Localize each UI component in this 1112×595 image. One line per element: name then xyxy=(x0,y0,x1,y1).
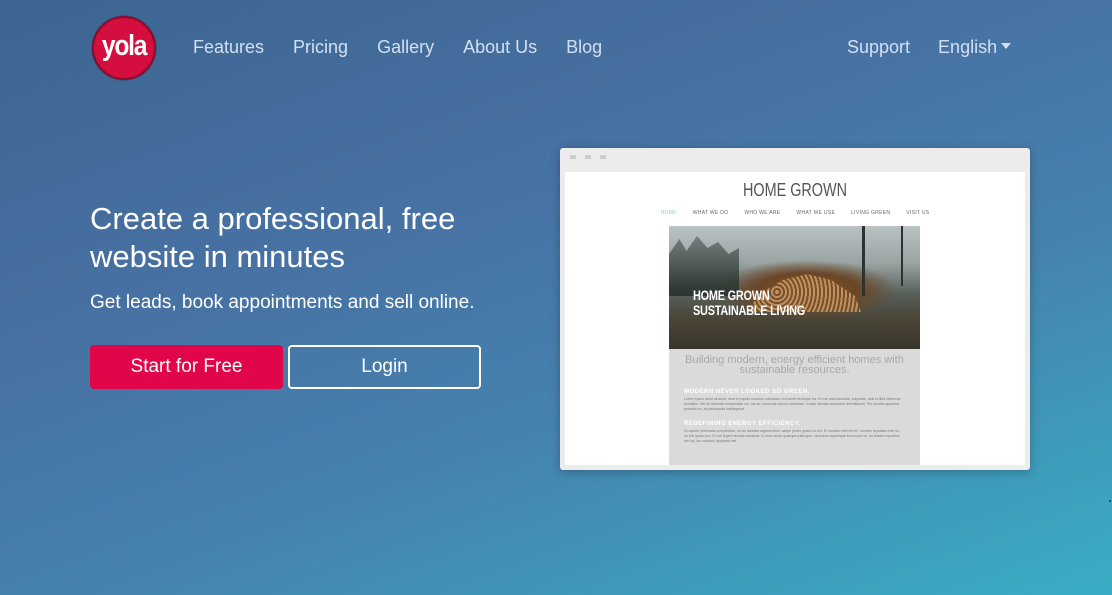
yola-logo[interactable]: yola xyxy=(92,16,156,80)
nav-gallery[interactable]: Gallery xyxy=(377,37,434,58)
tree-trunk xyxy=(862,226,865,296)
preview-paragraph: Lorem ipsum dolor sit amet, mea ei popul… xyxy=(684,397,901,411)
preview-content: Building modern, energy efficient homes … xyxy=(669,349,920,465)
preview-heading: MODERN NEVER LOOKED SO GREEN. xyxy=(684,389,810,395)
caption-line: HOME GROWN xyxy=(693,287,770,303)
preview-paragraph: Cu aperiri pertinacia complectitur, vis … xyxy=(684,429,900,443)
nav-features[interactable]: Features xyxy=(193,37,264,58)
preview-nav-item: VISIT US xyxy=(906,210,930,216)
hero-subtitle: Get leads, book appointments and sell on… xyxy=(90,292,475,313)
stray-pixel xyxy=(1109,500,1111,502)
preview-site-nav: HOME WHAT WE DO WHO WE ARE WHAT WE USE L… xyxy=(565,210,1025,216)
preview-hero-caption: HOME GROWN SUSTAINABLE LIVING xyxy=(693,288,805,318)
preview-nav-item: WHO WE ARE xyxy=(744,210,781,216)
hero-title: Create a professional, free website in m… xyxy=(90,201,456,274)
window-controls xyxy=(570,155,606,159)
language-dropdown[interactable]: English xyxy=(938,37,1012,58)
website-preview: HOME GROWN HOME WHAT WE DO WHO WE ARE WH… xyxy=(560,148,1030,470)
language-label: English xyxy=(938,37,998,57)
nav-pricing[interactable]: Pricing xyxy=(293,37,348,58)
tree-trunk xyxy=(901,226,903,286)
nav-about-us[interactable]: About Us xyxy=(463,37,537,58)
preview-nav-item: HOME xyxy=(660,210,677,216)
caption-line: SUSTAINABLE LIVING xyxy=(693,302,806,318)
login-button[interactable]: Login xyxy=(288,345,481,389)
preview-viewport: HOME GROWN HOME WHAT WE DO WHO WE ARE WH… xyxy=(565,172,1025,465)
window-dot xyxy=(585,155,591,159)
preview-heading: REDEFINING ENERGY EFFICIENCY. xyxy=(684,421,801,427)
preview-nav-item: LIVING GREEN xyxy=(851,210,891,216)
main-nav: Features Pricing Gallery About Us Blog xyxy=(193,37,631,58)
logo-text: yola xyxy=(101,29,148,62)
window-dot xyxy=(570,155,576,159)
chevron-down-icon xyxy=(1001,43,1012,50)
secondary-nav: Support English xyxy=(847,37,1012,58)
preview-hero-image: HOME GROWN SUSTAINABLE LIVING xyxy=(669,226,920,349)
preview-lead: Building modern, energy efficient homes … xyxy=(685,354,904,376)
window-dot xyxy=(600,155,606,159)
preview-site-title: HOME GROWN xyxy=(743,180,847,200)
nav-support[interactable]: Support xyxy=(847,37,910,58)
nav-blog[interactable]: Blog xyxy=(566,37,602,58)
preview-nav-item: WHAT WE DO xyxy=(692,210,729,216)
start-for-free-button[interactable]: Start for Free xyxy=(90,345,283,389)
preview-nav-item: WHAT WE USE xyxy=(796,210,836,216)
